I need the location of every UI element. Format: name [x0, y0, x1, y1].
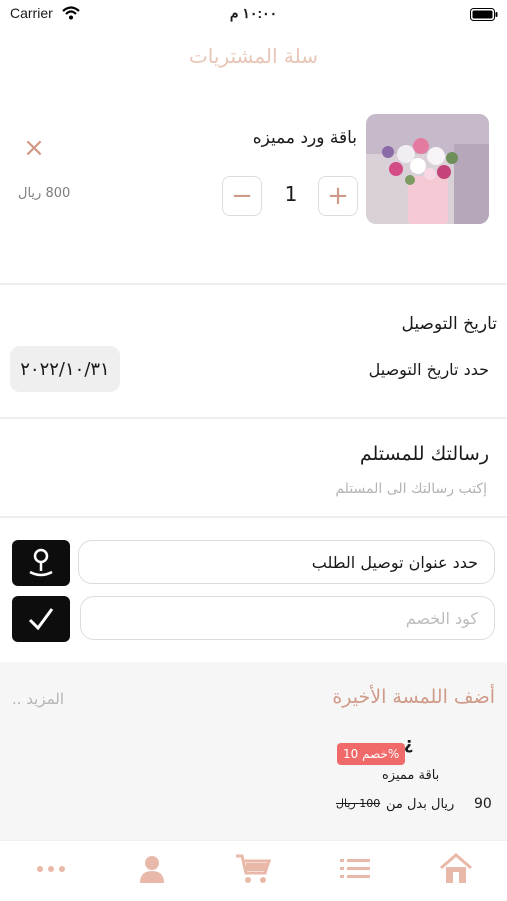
- location-pin-icon: [29, 548, 53, 577]
- flower-bouquet-image: [366, 114, 489, 224]
- tab-orders[interactable]: [333, 849, 377, 889]
- decrease-quantity-button[interactable]: −: [222, 176, 262, 216]
- discount-code-field[interactable]: كود الخصم: [80, 596, 495, 640]
- clock: ١٠:٠٠ م: [229, 5, 278, 21]
- tab-cart[interactable]: [231, 849, 275, 889]
- plus-icon: +: [327, 181, 349, 211]
- product-name: باقة ورد مميزه: [252, 128, 357, 148]
- discount-code-placeholder: كود الخصم: [405, 608, 478, 628]
- delivery-address-label: حدد عنوان توصيل الطلب: [311, 552, 478, 572]
- tab-bar: [0, 840, 507, 901]
- page-title: سلة المشتريات: [188, 44, 319, 68]
- addon-card[interactable]: ¿ خصم 10% باقة مميزه 90 ريال بدل من 100 …: [300, 730, 500, 830]
- product-image: [366, 114, 489, 224]
- home-icon: [440, 853, 472, 883]
- message-input[interactable]: إكتب رسالتك الى المستلم: [335, 481, 487, 497]
- more-icon: [37, 866, 65, 872]
- status-bar: Carrier ١٠:٠٠ م: [0, 0, 507, 32]
- checkmark-icon: [28, 608, 54, 631]
- addon-price-new: 90: [474, 796, 492, 812]
- addon-image: ¿: [404, 734, 413, 753]
- divider: [0, 283, 507, 285]
- more-link[interactable]: المزيد ..: [12, 690, 64, 708]
- apply-discount-button[interactable]: [12, 596, 70, 642]
- tab-profile[interactable]: [130, 849, 174, 889]
- remove-item-button[interactable]: ×: [22, 133, 46, 163]
- message-section-title: رسالتك للمستلم: [359, 443, 489, 465]
- close-icon: ×: [23, 133, 45, 163]
- delivery-date-picker[interactable]: ٢٠٢٢/١٠/٣١: [10, 346, 120, 392]
- delivery-date-value: ٢٠٢٢/١٠/٣١: [20, 358, 110, 380]
- addon-name: باقة مميزه: [382, 768, 440, 783]
- tab-more[interactable]: [29, 849, 73, 889]
- list-icon: [340, 859, 370, 878]
- divider: [0, 516, 507, 518]
- delivery-address-field[interactable]: حدد عنوان توصيل الطلب: [78, 540, 495, 584]
- pick-location-button[interactable]: [12, 540, 70, 586]
- addon-price-old: 100 ريال: [336, 797, 381, 810]
- discount-badge: خصم 10%: [337, 743, 406, 765]
- gift-item-icon: ¿: [404, 734, 414, 753]
- increase-quantity-button[interactable]: +: [318, 176, 358, 216]
- divider: [0, 417, 507, 419]
- final-touch-title: أضف اللمسة الأخيرة: [332, 686, 495, 708]
- user-icon: [140, 856, 164, 883]
- delivery-date-prompt: حدد تاريخ التوصيل: [368, 360, 489, 379]
- delivery-section-title: تاريخ التوصيل: [401, 314, 497, 334]
- item-price: 800 ريال: [18, 186, 71, 201]
- quantity-value: 1: [284, 182, 298, 206]
- addon-price-text: ريال بدل من: [386, 797, 455, 812]
- tab-home[interactable]: [434, 849, 478, 889]
- cart-icon: [236, 854, 271, 883]
- minus-icon: −: [231, 181, 253, 211]
- battery-icon: [470, 8, 498, 21]
- final-touch-section: أضف اللمسة الأخيرة المزيد .. ¿ خصم 10% ب…: [0, 662, 507, 840]
